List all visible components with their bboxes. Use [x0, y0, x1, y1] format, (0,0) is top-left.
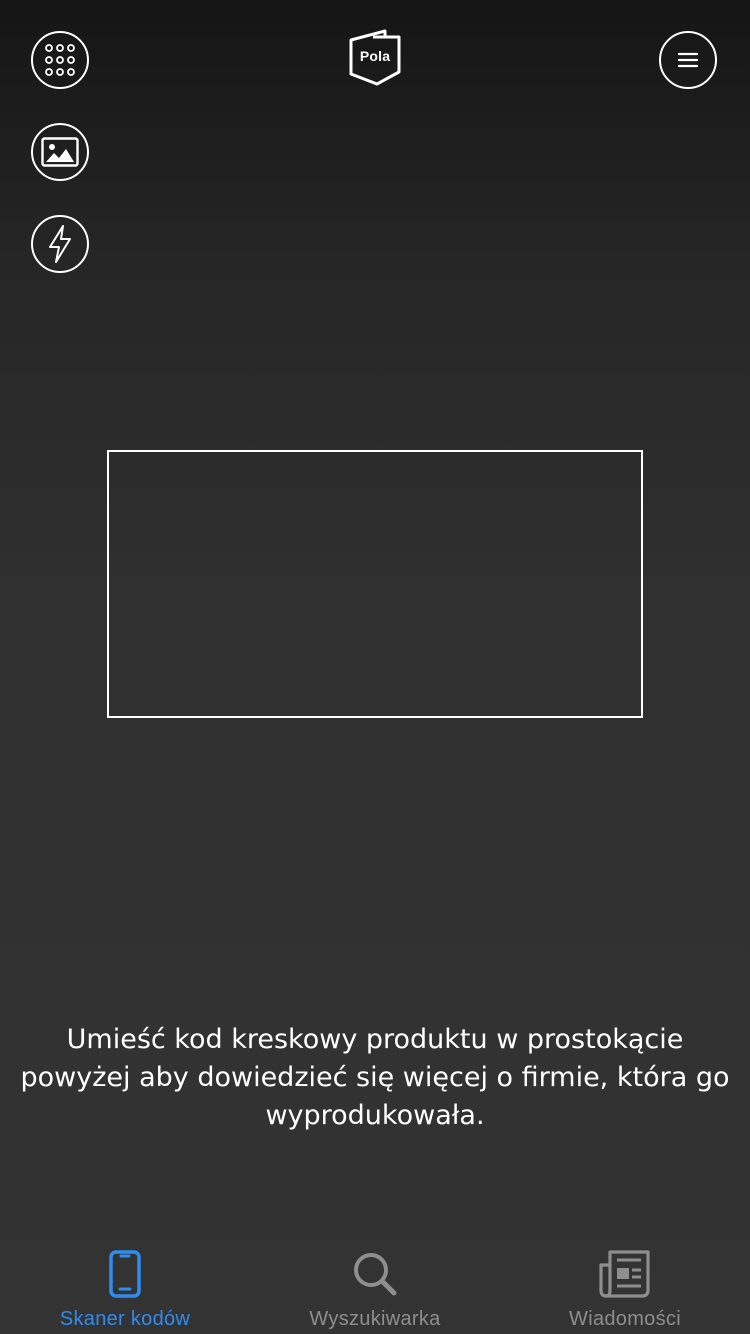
tab-news-label: Wiadomości [569, 1308, 681, 1330]
hamburger-menu-icon [677, 52, 699, 68]
tab-bar: Skaner kodów Wyszukiwarka Wiadomości [0, 1232, 750, 1334]
search-icon [347, 1246, 403, 1302]
scan-instruction: Umieść kod kreskowy produktu w prostokąc… [20, 1024, 730, 1131]
flash-button[interactable] [31, 215, 89, 273]
flash-icon [49, 225, 71, 263]
tab-news[interactable]: Wiadomości [500, 1232, 750, 1334]
tab-scanner-label: Skaner kodów [59, 1308, 191, 1330]
barcode-scan-frame [107, 450, 643, 718]
menu-button[interactable] [659, 31, 717, 89]
tab-search[interactable]: Wyszukiwarka [250, 1232, 500, 1334]
image-icon [41, 137, 79, 167]
tab-scanner[interactable]: Skaner kodów [0, 1232, 250, 1334]
logo-text: Pola [359, 48, 391, 64]
keypad-icon [45, 44, 75, 76]
pola-logo: Pola [347, 28, 403, 88]
gallery-button[interactable] [31, 123, 89, 181]
newspaper-icon [597, 1246, 653, 1302]
keypad-button[interactable] [31, 31, 89, 89]
tab-search-label: Wyszukiwarka [309, 1308, 441, 1330]
phone-icon [97, 1246, 153, 1302]
